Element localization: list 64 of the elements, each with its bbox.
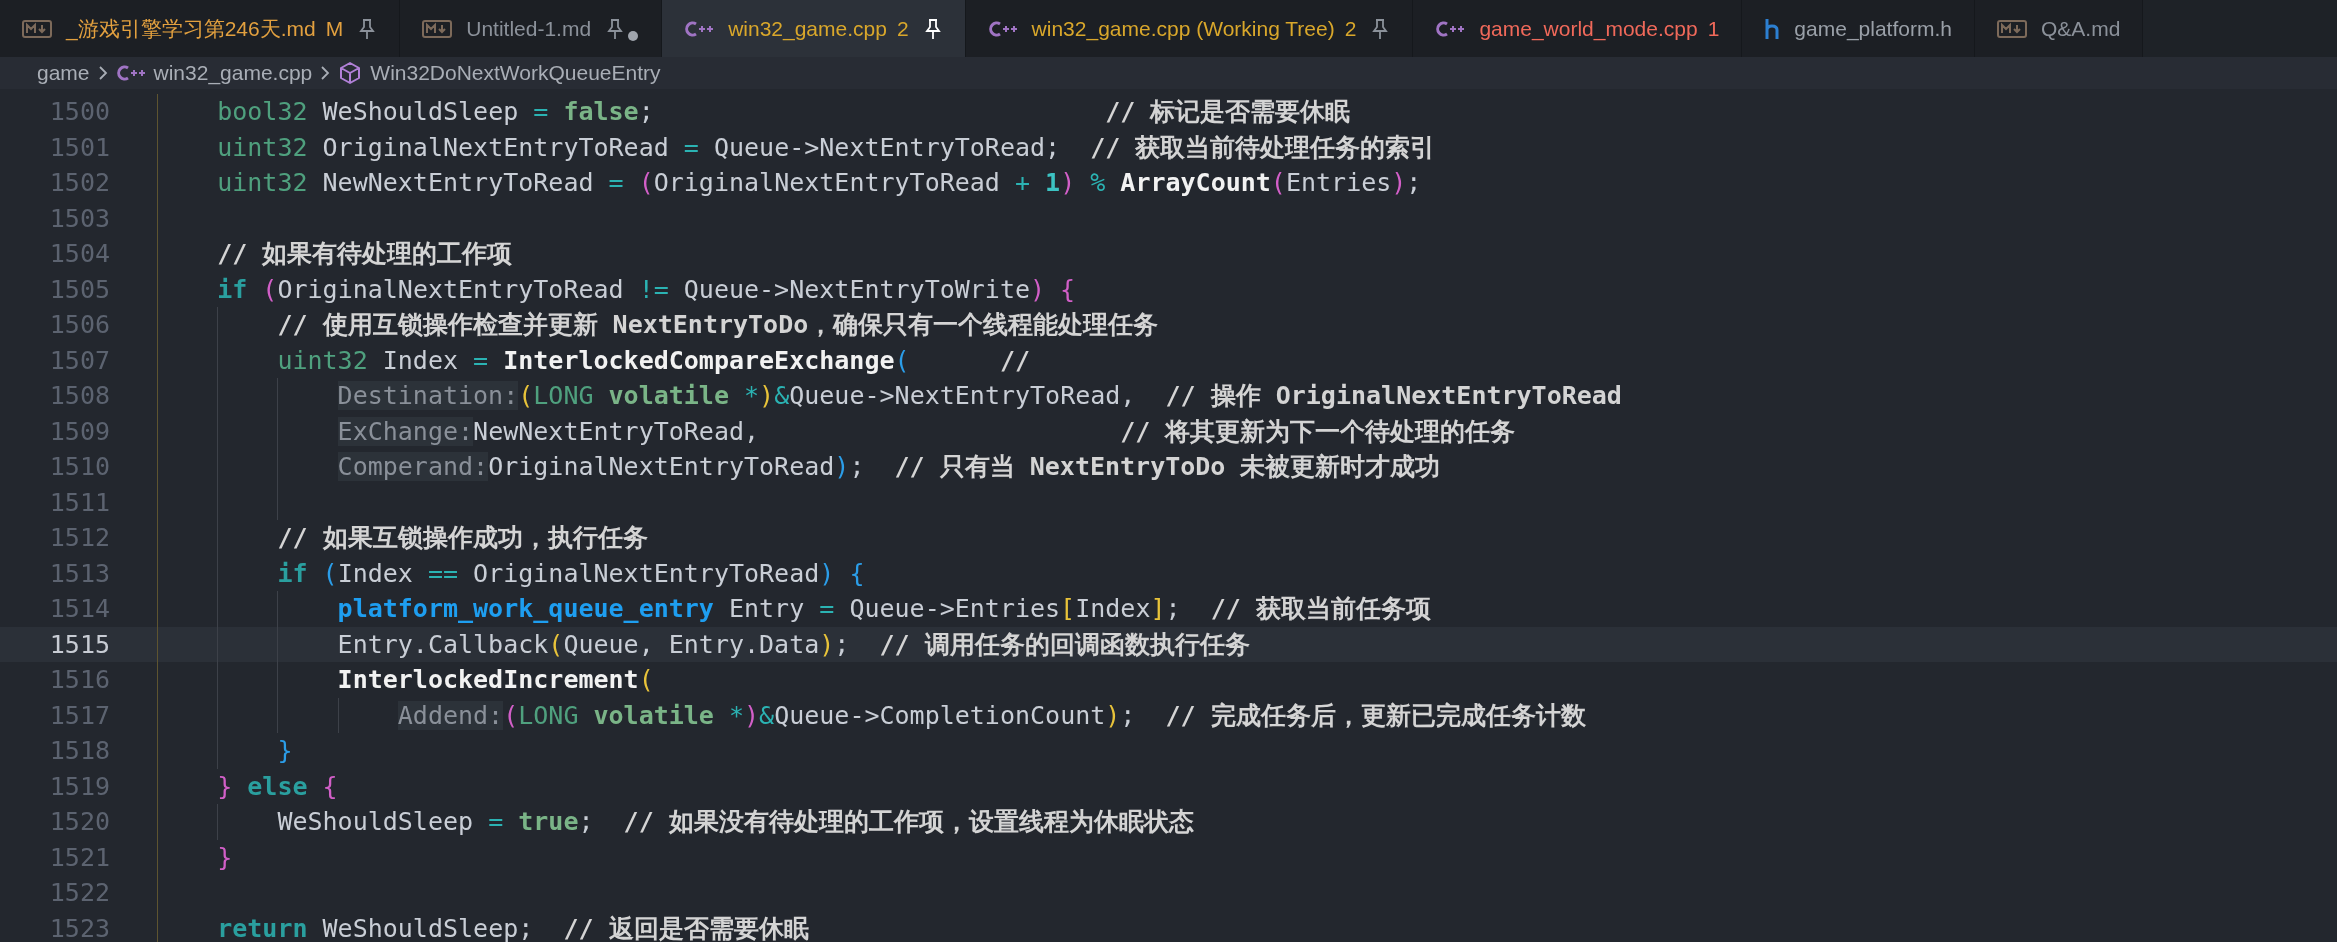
line-number: 1522 <box>48 877 111 909</box>
line-number: 1505 <box>48 273 111 306</box>
cpp-file-icon <box>684 18 715 39</box>
editor-tab[interactable]: win32_game.cpp 2 <box>662 0 966 57</box>
header-file-icon <box>1764 17 1781 40</box>
line-number: 1514 <box>48 593 111 625</box>
code-line: bool32 WeShouldSleep = false; // 标记是否需要休眠 <box>217 96 1351 128</box>
line-number: 1504 <box>48 238 111 270</box>
markdown-icon <box>422 19 453 38</box>
chevron-icon <box>97 65 108 81</box>
breadcrumb-item[interactable]: win32_game.cpp <box>115 61 313 85</box>
code-line: platform_work_queue_entry Entry = Queue->Entries[Index]; // 获取当前任务项 <box>337 593 1431 625</box>
line-number: 1513 <box>48 557 111 590</box>
code-line: Addend:(LONG volatile *)&Queue->CompletionCount); // 完成任务后，更新已完成任务计数 <box>397 699 1586 732</box>
code-line: // 如果有待处理的工作项 <box>217 238 513 270</box>
line-number: 1520 <box>48 806 111 838</box>
line-number: 1523 <box>48 912 111 942</box>
line-number: 1521 <box>48 841 111 874</box>
code-line: InterlockedIncrement( <box>337 664 654 696</box>
chevron-icon <box>320 65 331 81</box>
code-line: // 使用互锁操作检查并更新 NextEntryToDo，确保只有一个线程能处理任务 <box>277 309 1159 341</box>
line-number: 1507 <box>48 344 111 377</box>
line-number: 1518 <box>48 735 111 767</box>
line-number: 1500 <box>48 96 111 128</box>
markdown-icon <box>1996 19 2027 38</box>
line-number: 1517 <box>48 699 111 732</box>
pin-icon[interactable] <box>1370 17 1391 40</box>
cpp-file-icon <box>987 18 1018 39</box>
line-number: 1516 <box>48 664 111 696</box>
line-number: 1502 <box>48 167 111 199</box>
line-number: 1515 <box>48 628 111 661</box>
code-line: if (OriginalNextEntryToRead != Queue->NextEntryToWrite) { <box>217 273 1076 306</box>
code-line: if (Index == OriginalNextEntryToRead) { <box>277 557 865 590</box>
code-line: // 如果互锁操作成功，执行任务 <box>277 522 648 554</box>
line-number: 1508 <box>48 380 111 412</box>
cpp-file-icon <box>115 63 146 83</box>
code-line: return WeShouldSleep; // 返回是否需要休眠 <box>217 912 809 942</box>
line-number: 1503 <box>48 202 111 235</box>
code-line: ExChange:NewNextEntryToRead, // 将其更新为下一个待处理的任务 <box>337 415 1516 448</box>
code-line: Destination:(LONG volatile *)&Queue->NextEntryToRead, // 操作 OriginalNextEntryToRead <box>337 380 1622 412</box>
pin-icon[interactable] <box>605 17 626 40</box>
cpp-file-icon <box>1435 18 1466 39</box>
code-line: } <box>277 735 293 767</box>
line-number: 1501 <box>48 131 111 164</box>
pin-icon[interactable] <box>922 17 943 40</box>
line-number: 1509 <box>48 415 111 448</box>
code-line: Entry.Callback(Queue, Entry.Data); // 调用任务的回调函数执行任务 <box>337 628 1250 661</box>
line-number: 1510 <box>48 451 111 483</box>
code-line: uint32 OriginalNextEntryToRead = Queue->NextEntryToRead; // 获取当前待处理任务的索引 <box>217 131 1436 164</box>
line-number: 1506 <box>48 309 111 341</box>
line-number: 1511 <box>48 486 111 519</box>
code-line: Comperand:OriginalNextEntryToRead); // 只有当 NextEntryToDo 未被更新时才成功 <box>337 451 1441 483</box>
cube-icon <box>338 61 363 85</box>
line-number: 1512 <box>48 522 111 554</box>
breadcrumb-item[interactable]: game <box>37 61 90 85</box>
code-line: } else { <box>217 770 338 803</box>
code-line: WeShouldSleep = true; // 如果没有待处理的工作项，设置线程为休眠状态 <box>277 806 1194 838</box>
code-line: } <box>217 841 233 874</box>
breadcrumb-item[interactable]: Win32DoNextWorkQueueEntry <box>338 61 661 85</box>
line-number: 1519 <box>48 770 111 803</box>
code-line: uint32 Index = InterlockedCompareExchange( // <box>277 344 1030 377</box>
markdown-icon <box>22 19 52 38</box>
pin-icon[interactable] <box>357 17 378 40</box>
code-line: uint32 NewNextEntryToRead = (OriginalNextEntryToRead + 1) % ArrayCount(Entries); <box>217 167 1422 199</box>
